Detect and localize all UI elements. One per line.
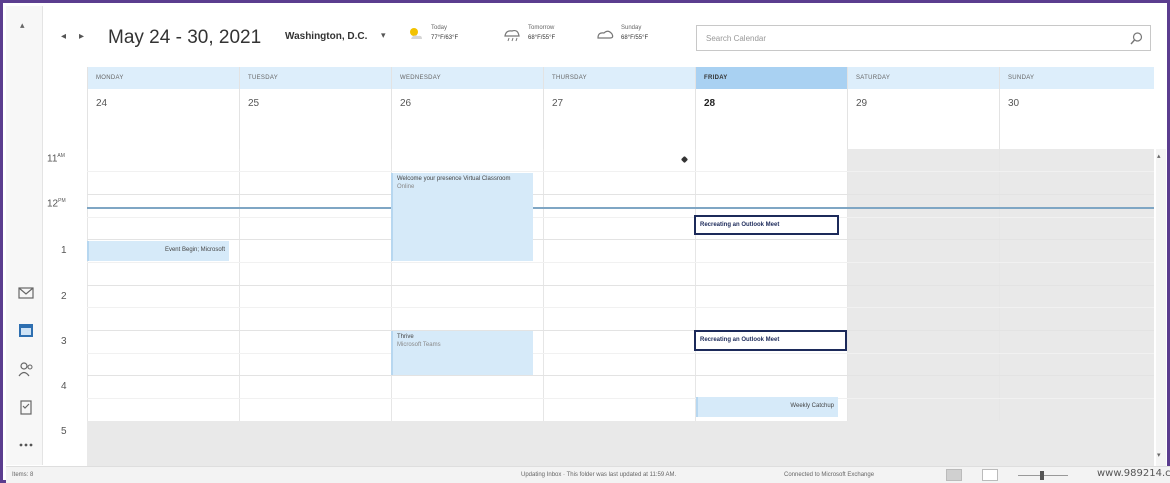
event-wednesday-virtual-classroom[interactable]: Welcome your presence Virtual Classroom … xyxy=(391,173,533,261)
search-icon[interactable] xyxy=(1129,31,1144,46)
zoom-slider-thumb[interactable] xyxy=(1040,471,1044,480)
weather-location[interactable]: Washington, D.C. xyxy=(285,31,367,42)
sun-cloud-icon xyxy=(410,28,422,39)
event-wednesday-thrive[interactable]: Thrive Microsoft Teams xyxy=(391,331,533,375)
items-count: Items: 8 xyxy=(12,472,34,478)
outlook-calendar-window: ▴ ◂ ▸ May 24 - 30, 2021 Washington, D.C.… xyxy=(0,0,1170,483)
week-grid[interactable]: Event Begin; Microsoft Welcome your pres… xyxy=(87,149,1154,466)
watermark-text: www.989214.com xyxy=(1097,468,1170,479)
event-friday-meeting-2[interactable]: Recreating an Outlook Meet xyxy=(694,330,847,351)
day-header-saturday[interactable]: SATURDAY 29 xyxy=(847,67,999,149)
calendar-icon[interactable] xyxy=(15,319,37,341)
navigation-rail: ▴ xyxy=(6,6,43,465)
previous-week-button[interactable]: ◂ xyxy=(61,31,66,42)
status-message: Updating Inbox · This folder was last up… xyxy=(521,472,677,478)
day-header-wednesday[interactable]: WEDNESDAY 26 xyxy=(391,67,543,149)
scroll-down-icon[interactable]: ▾ xyxy=(1157,451,1161,459)
reading-view-button[interactable] xyxy=(982,469,998,481)
calendar-header: ◂ ▸ May 24 - 30, 2021 Washington, D.C. ▾… xyxy=(45,9,1157,67)
day-header-thursday[interactable]: THURSDAY 27 xyxy=(543,67,695,149)
vertical-scrollbar[interactable]: ▴ ▾ xyxy=(1156,149,1166,466)
mail-icon[interactable] xyxy=(15,282,37,304)
location-dropdown-icon[interactable]: ▾ xyxy=(381,30,386,41)
time-label-12pm: 12PM xyxy=(47,198,66,210)
cloud-icon xyxy=(597,30,614,39)
search-calendar-input[interactable]: Search Calendar xyxy=(696,25,1151,51)
status-bar: Items: 8 Updating Inbox · This folder wa… xyxy=(6,466,1170,483)
scroll-up-icon[interactable]: ▴ xyxy=(1157,152,1161,160)
event-friday-weekly-catchup[interactable]: Weekly Catchup xyxy=(696,397,838,417)
day-headers: MONDAY 24 TUESDAY 25 WEDNESDAY 26 THURSD… xyxy=(87,67,1154,149)
next-week-button[interactable]: ▸ xyxy=(79,31,84,42)
current-time-line xyxy=(87,207,1154,209)
day-header-tuesday[interactable]: TUESDAY 25 xyxy=(239,67,391,149)
after-hours-shading xyxy=(87,421,1154,466)
more-apps-icon[interactable] xyxy=(15,434,37,456)
date-range-title: May 24 - 30, 2021 xyxy=(108,27,262,48)
collapse-caret-icon[interactable]: ▴ xyxy=(20,20,25,31)
cloud-rain-icon xyxy=(504,29,520,42)
people-icon[interactable] xyxy=(15,358,37,380)
day-header-friday[interactable]: FRIDAY 28 xyxy=(695,67,847,149)
connection-status: Connected to Microsoft Exchange xyxy=(784,472,875,478)
normal-view-button[interactable] xyxy=(946,469,962,481)
time-label-11am: 11AM xyxy=(47,153,65,165)
tasks-icon[interactable] xyxy=(15,396,37,418)
search-placeholder: Search Calendar xyxy=(706,34,767,43)
day-header-sunday[interactable]: SUNDAY 30 xyxy=(999,67,1154,149)
day-header-monday[interactable]: MONDAY 24 xyxy=(87,67,239,149)
event-monday[interactable]: Event Begin; Microsoft xyxy=(87,241,229,261)
event-friday-meeting-1[interactable]: Recreating an Outlook Meet xyxy=(694,215,839,235)
